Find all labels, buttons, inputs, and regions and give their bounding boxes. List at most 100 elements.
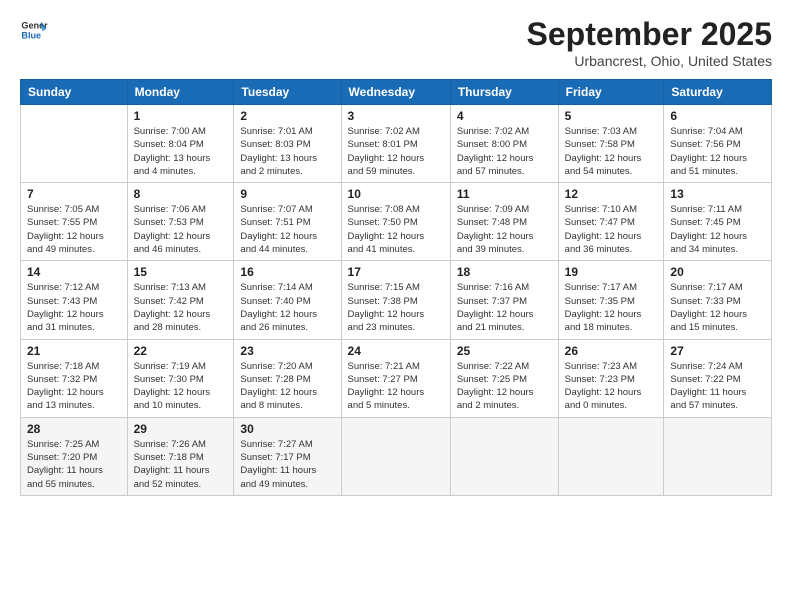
calendar-week-row-2: 14 Sunrise: 7:12 AMSunset: 7:43 PMDayligh… <box>21 261 772 339</box>
day-info: Sunrise: 7:26 AMSunset: 7:18 PMDaylight:… <box>134 438 228 491</box>
day-number: 19 <box>565 265 658 279</box>
calendar-cell: 5 Sunrise: 7:03 AMSunset: 7:58 PMDaylight… <box>558 105 664 183</box>
calendar-cell: 17Sunrise: 7:15 AMSunset: 7:38 PMDayligh… <box>341 261 450 339</box>
calendar-cell: 11 Sunrise: 7:09 AMSunset: 7:48 PMDayligh… <box>450 183 558 261</box>
day-info: Sunrise: 7:20 AMSunset: 7:28 PMDaylight:… <box>240 360 334 413</box>
weekday-header-tuesday: Tuesday <box>234 80 341 105</box>
day-info: Sunrise: 7:05 AMSunset: 7:55 PMDaylight:… <box>27 203 121 256</box>
day-info: Sunrise: 7:06 AMSunset: 7:53 PMDaylight:… <box>134 203 228 256</box>
month-title: September 2025 <box>527 16 772 53</box>
day-number: 11 <box>457 187 552 201</box>
calendar-cell: 23 Sunrise: 7:20 AMSunset: 7:28 PMDayligh… <box>234 339 341 417</box>
calendar-cell: 4 Sunrise: 7:02 AMSunset: 8:00 PMDaylight… <box>450 105 558 183</box>
calendar-cell: 16 Sunrise: 7:14 AMSunset: 7:40 PMDayligh… <box>234 261 341 339</box>
weekday-header-sunday: Sunday <box>21 80 128 105</box>
weekday-header-friday: Friday <box>558 80 664 105</box>
day-number: 30 <box>240 422 334 436</box>
calendar-cell: 9 Sunrise: 7:07 AMSunset: 7:51 PMDaylight… <box>234 183 341 261</box>
page: General Blue General Blue September 2025… <box>0 0 792 612</box>
day-number: 16 <box>240 265 334 279</box>
calendar-cell: 30 Sunrise: 7:27 AMSunset: 7:17 PMDayligh… <box>234 417 341 495</box>
day-info: Sunrise: 7:23 AMSunset: 7:23 PMDaylight:… <box>565 360 658 413</box>
calendar-cell: 18 Sunrise: 7:16 AMSunset: 7:37 PMDayligh… <box>450 261 558 339</box>
weekday-header-monday: Monday <box>127 80 234 105</box>
header: General Blue General Blue September 2025… <box>20 16 772 69</box>
day-info: Sunrise: 7:07 AMSunset: 7:51 PMDaylight:… <box>240 203 334 256</box>
weekday-header-wednesday: Wednesday <box>341 80 450 105</box>
calendar-cell <box>341 417 450 495</box>
day-number: 10 <box>348 187 444 201</box>
calendar-cell: 2Sunrise: 7:01 AMSunset: 8:03 PMDaylight… <box>234 105 341 183</box>
day-number: 23 <box>240 344 334 358</box>
logo-icon: General Blue <box>20 16 48 44</box>
calendar-cell: 24 Sunrise: 7:21 AMSunset: 7:27 PMDayligh… <box>341 339 450 417</box>
day-info: Sunrise: 7:02 AMSunset: 8:01 PMDaylight:… <box>348 125 444 178</box>
calendar-cell: 1 Sunrise: 7:00 AMSunset: 8:04 PMDaylight… <box>127 105 234 183</box>
day-number: 27 <box>670 344 765 358</box>
calendar-cell: 19 Sunrise: 7:17 AMSunset: 7:35 PMDayligh… <box>558 261 664 339</box>
day-number: 1 <box>134 109 228 123</box>
calendar-header-row: SundayMondayTuesdayWednesdayThursdayFrid… <box>21 80 772 105</box>
day-number: 24 <box>348 344 444 358</box>
calendar-cell <box>664 417 772 495</box>
day-number: 20 <box>670 265 765 279</box>
day-number: 12 <box>565 187 658 201</box>
calendar-cell: 28 Sunrise: 7:25 AMSunset: 7:20 PMDayligh… <box>21 417 128 495</box>
calendar-cell: 7Sunrise: 7:05 AMSunset: 7:55 PMDaylight… <box>21 183 128 261</box>
svg-text:Blue: Blue <box>21 30 41 40</box>
day-number: 14 <box>27 265 121 279</box>
day-number: 2 <box>240 109 334 123</box>
day-info: Sunrise: 7:19 AMSunset: 7:30 PMDaylight:… <box>134 360 228 413</box>
calendar-week-row-3: 21 Sunrise: 7:18 AMSunset: 7:32 PMDayligh… <box>21 339 772 417</box>
day-info: Sunrise: 7:22 AMSunset: 7:25 PMDaylight:… <box>457 360 552 413</box>
day-info: Sunrise: 7:18 AMSunset: 7:32 PMDaylight:… <box>27 360 121 413</box>
calendar-cell: 22 Sunrise: 7:19 AMSunset: 7:30 PMDayligh… <box>127 339 234 417</box>
day-info: Sunrise: 7:25 AMSunset: 7:20 PMDaylight:… <box>27 438 121 491</box>
weekday-header-saturday: Saturday <box>664 80 772 105</box>
day-number: 17 <box>348 265 444 279</box>
weekday-header-thursday: Thursday <box>450 80 558 105</box>
calendar-cell: 29 Sunrise: 7:26 AMSunset: 7:18 PMDayligh… <box>127 417 234 495</box>
calendar-cell: 26 Sunrise: 7:23 AMSunset: 7:23 PMDayligh… <box>558 339 664 417</box>
day-info: Sunrise: 7:04 AMSunset: 7:56 PMDaylight:… <box>670 125 765 178</box>
day-number: 29 <box>134 422 228 436</box>
day-info: Sunrise: 7:17 AMSunset: 7:35 PMDaylight:… <box>565 281 658 334</box>
day-info: Sunrise: 7:12 AMSunset: 7:43 PMDaylight:… <box>27 281 121 334</box>
day-number: 5 <box>565 109 658 123</box>
calendar-cell: 15Sunrise: 7:13 AMSunset: 7:42 PMDayligh… <box>127 261 234 339</box>
day-number: 13 <box>670 187 765 201</box>
calendar-cell <box>558 417 664 495</box>
title-block: September 2025 Urbancrest, Ohio, United … <box>527 16 772 69</box>
day-number: 8 <box>134 187 228 201</box>
day-number: 26 <box>565 344 658 358</box>
logo: General Blue General Blue <box>20 16 48 44</box>
calendar-week-row-4: 28 Sunrise: 7:25 AMSunset: 7:20 PMDayligh… <box>21 417 772 495</box>
day-info: Sunrise: 7:00 AMSunset: 8:04 PMDaylight:… <box>134 125 228 178</box>
location-subtitle: Urbancrest, Ohio, United States <box>527 53 772 69</box>
day-number: 25 <box>457 344 552 358</box>
calendar-cell <box>21 105 128 183</box>
day-info: Sunrise: 7:27 AMSunset: 7:17 PMDaylight:… <box>240 438 334 491</box>
day-info: Sunrise: 7:17 AMSunset: 7:33 PMDaylight:… <box>670 281 765 334</box>
day-info: Sunrise: 7:16 AMSunset: 7:37 PMDaylight:… <box>457 281 552 334</box>
calendar-cell <box>450 417 558 495</box>
day-info: Sunrise: 7:24 AMSunset: 7:22 PMDaylight:… <box>670 360 765 413</box>
calendar-cell: 8 Sunrise: 7:06 AMSunset: 7:53 PMDaylight… <box>127 183 234 261</box>
day-info: Sunrise: 7:13 AMSunset: 7:42 PMDaylight:… <box>134 281 228 334</box>
day-info: Sunrise: 7:03 AMSunset: 7:58 PMDaylight:… <box>565 125 658 178</box>
day-number: 21 <box>27 344 121 358</box>
calendar-cell: 25 Sunrise: 7:22 AMSunset: 7:25 PMDayligh… <box>450 339 558 417</box>
day-info: Sunrise: 7:14 AMSunset: 7:40 PMDaylight:… <box>240 281 334 334</box>
day-number: 28 <box>27 422 121 436</box>
calendar-cell: 14 Sunrise: 7:12 AMSunset: 7:43 PMDayligh… <box>21 261 128 339</box>
day-number: 18 <box>457 265 552 279</box>
calendar-cell: 21 Sunrise: 7:18 AMSunset: 7:32 PMDayligh… <box>21 339 128 417</box>
day-number: 3 <box>348 109 444 123</box>
day-number: 9 <box>240 187 334 201</box>
day-number: 22 <box>134 344 228 358</box>
day-info: Sunrise: 7:21 AMSunset: 7:27 PMDaylight:… <box>348 360 444 413</box>
day-number: 4 <box>457 109 552 123</box>
day-info: Sunrise: 7:09 AMSunset: 7:48 PMDaylight:… <box>457 203 552 256</box>
calendar-cell: 12Sunrise: 7:10 AMSunset: 7:47 PMDayligh… <box>558 183 664 261</box>
day-info: Sunrise: 7:02 AMSunset: 8:00 PMDaylight:… <box>457 125 552 178</box>
